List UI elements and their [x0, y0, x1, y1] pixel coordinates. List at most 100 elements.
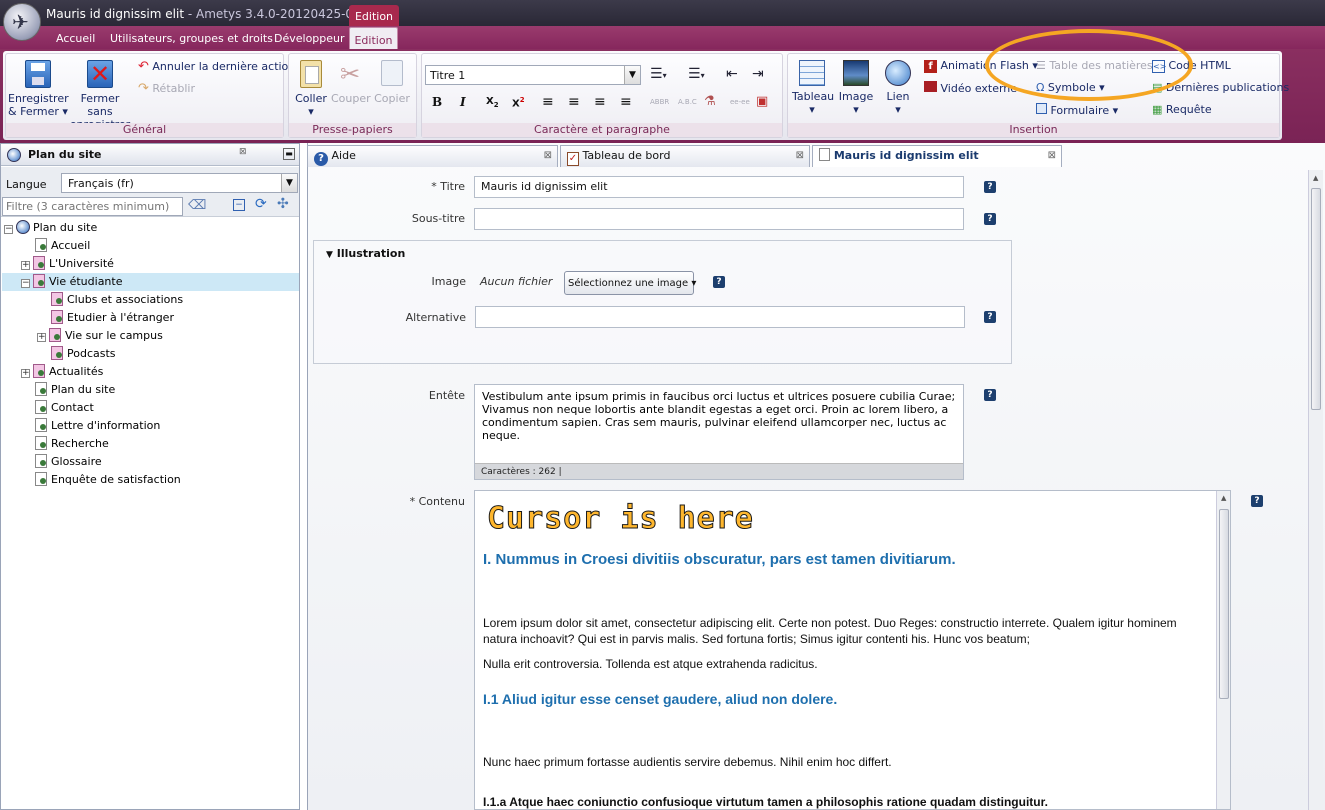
help-icon[interactable]: ?	[713, 276, 725, 288]
insert-form-button[interactable]: Formulaire ▾	[1036, 103, 1118, 117]
help-icon[interactable]: ?	[984, 389, 996, 401]
special-chars-icon[interactable]: ⚗	[704, 94, 716, 109]
align-center-icon[interactable]: ≡	[568, 94, 580, 110]
language-icon[interactable]: ee-ee	[730, 98, 750, 106]
subtitle-input[interactable]	[474, 208, 964, 230]
insert-link-button[interactable]: Lien ▾	[880, 58, 916, 116]
collapse-panel-icon[interactable]: ▬	[283, 148, 295, 160]
insert-table-button[interactable]: Tableau ▾	[792, 58, 834, 116]
clear-filter-icon[interactable]: ⌫	[188, 198, 206, 213]
close-without-save-button[interactable]: ✕ Fermer sansenregistrer	[68, 58, 132, 131]
plugin-icon[interactable]: ✣	[277, 196, 289, 212]
scroll-thumb[interactable]	[1219, 509, 1229, 699]
illustration-legend[interactable]: ▼ Illustration	[326, 247, 405, 260]
cut-button[interactable]: ✂ Couper	[331, 58, 371, 105]
tab-developer[interactable]: Développeur	[274, 32, 345, 45]
undo-button[interactable]: ↶ Annuler la dernière action	[138, 59, 295, 74]
panel-toolbar: ▬	[257, 144, 299, 166]
outdent-icon[interactable]: ⇤	[726, 66, 738, 82]
tree-item-vie-etudiante[interactable]: − Vie étudiante	[21, 273, 123, 291]
alt-input[interactable]	[475, 306, 965, 328]
tree-item-universite[interactable]: + L'Université	[21, 255, 114, 273]
tree-item-podcasts[interactable]: Podcasts	[51, 345, 116, 363]
expand-icon[interactable]: +	[21, 261, 30, 270]
tab-dashboard[interactable]: ✓ Tableau de bord ⊠	[560, 145, 810, 167]
insert-image-button[interactable]: Image ▾	[836, 58, 876, 116]
tree-item-enquete[interactable]: Enquête de satisfaction	[35, 471, 181, 489]
tab-edition[interactable]: Edition	[349, 27, 398, 49]
collapse-icon[interactable]: −	[4, 225, 13, 234]
align-right-icon[interactable]: ≡	[594, 94, 606, 110]
tree-item-glossaire[interactable]: Glossaire	[35, 453, 102, 471]
refresh-icon[interactable]: ⟳	[255, 196, 267, 212]
tree-item-recherche[interactable]: Recherche	[35, 435, 109, 453]
help-icon[interactable]: ?	[1251, 495, 1263, 507]
expand-icon[interactable]: +	[37, 333, 46, 342]
tree-item-campus[interactable]: + Vie sur le campus	[37, 327, 163, 345]
help-icon[interactable]: ?	[984, 181, 996, 193]
help-icon[interactable]: ?	[984, 311, 996, 323]
header-label: Entête	[428, 389, 465, 402]
close-icon[interactable]: ⊠	[239, 147, 247, 157]
abbr-icon[interactable]: ABBR	[650, 98, 669, 106]
superscript-icon[interactable]: X2	[512, 96, 525, 109]
lang-select[interactable]: Français (fr) ▼	[61, 173, 298, 193]
undo-icon: ↶	[138, 59, 149, 74]
header-textarea[interactable]: Vestibulum ante ipsum primis in faucibus…	[482, 390, 958, 442]
close-icon[interactable]: ⊠	[1048, 146, 1056, 166]
align-left-icon[interactable]: ≡	[542, 94, 554, 110]
paragraph-style-select[interactable]: Titre 1 ▼	[425, 65, 641, 85]
tree-item-actualites[interactable]: + Actualités	[21, 363, 103, 381]
content-editor[interactable]: Cursor is here I. Nummus in Croesi divit…	[474, 490, 1231, 810]
close-icon[interactable]: ⊠	[796, 146, 804, 166]
tree-item-etranger[interactable]: Etudier à l'étranger	[51, 309, 174, 327]
translate-icon[interactable]: ▣	[756, 94, 768, 109]
subscript-icon[interactable]: X2	[486, 96, 499, 109]
italic-icon[interactable]: I	[460, 95, 466, 109]
collapse-icon[interactable]: −	[21, 279, 30, 288]
save-close-button[interactable]: Enregistrer & Fermer ▾	[8, 58, 69, 118]
group-chars-label: Caractère et paragraphe	[422, 123, 782, 137]
collapse-all-icon[interactable]: −	[233, 199, 245, 211]
page-icon	[35, 472, 47, 486]
app-logo-icon[interactable]: ✈	[3, 3, 41, 41]
redo-button[interactable]: ↷ Rétablir	[138, 81, 195, 96]
tree-root[interactable]: − Plan du site	[4, 219, 97, 237]
justify-icon[interactable]: ≡	[620, 94, 632, 110]
chevron-down-icon[interactable]: ▼	[326, 250, 333, 260]
page-icon	[33, 256, 45, 270]
tab-current-page[interactable]: Mauris id dignissim elit ⊠	[812, 145, 1062, 167]
content-scrollbar[interactable]: ▲	[1216, 491, 1230, 809]
help-icon[interactable]: ?	[984, 213, 996, 225]
paste-button[interactable]: Coller ▾	[293, 58, 329, 118]
tab-accueil[interactable]: Accueil	[56, 32, 95, 45]
close-icon[interactable]: ⊠	[544, 146, 552, 166]
tree-item-newsletter[interactable]: Lettre d'information	[35, 417, 160, 435]
title-input[interactable]: Mauris id dignissim elit	[474, 176, 964, 198]
tab-users[interactable]: Utilisateurs, groupes et droits	[110, 32, 273, 45]
tree-item-accueil[interactable]: Accueil	[35, 237, 90, 255]
help-icon: ?	[314, 152, 328, 166]
tree-item-clubs[interactable]: Clubs et associations	[51, 291, 183, 309]
sitemap-tab[interactable]: Plan du site ⊠	[1, 144, 257, 166]
chevron-down-icon[interactable]: ▼	[624, 66, 640, 84]
indent-icon[interactable]: ⇥	[752, 66, 764, 82]
bullet-list-icon[interactable]: ☰▾	[650, 66, 667, 82]
acronym-icon[interactable]: A.B.C	[678, 98, 697, 106]
tree-item-contact[interactable]: Contact	[35, 399, 94, 417]
scroll-thumb[interactable]	[1311, 188, 1321, 410]
filter-input[interactable]	[2, 197, 183, 216]
chevron-down-icon[interactable]: ▼	[281, 174, 297, 192]
expand-icon[interactable]: +	[21, 369, 30, 378]
tree-item-plan[interactable]: Plan du site	[35, 381, 115, 399]
bold-icon[interactable]: B	[432, 95, 442, 109]
copy-button[interactable]: Copier	[373, 58, 411, 105]
insert-query-button[interactable]: ▦ Requête	[1152, 103, 1212, 116]
scroll-up-icon[interactable]: ▲	[1221, 494, 1226, 502]
editor-scrollbar[interactable]: ▲	[1308, 170, 1323, 810]
scroll-up-icon[interactable]: ▲	[1313, 174, 1318, 182]
numbered-list-icon[interactable]: ☰▾	[688, 66, 705, 82]
select-image-button[interactable]: Sélectionnez une image ▾	[564, 271, 696, 295]
sitemap-icon	[7, 148, 21, 162]
tab-aide[interactable]: ? Aide ⊠	[307, 145, 558, 167]
